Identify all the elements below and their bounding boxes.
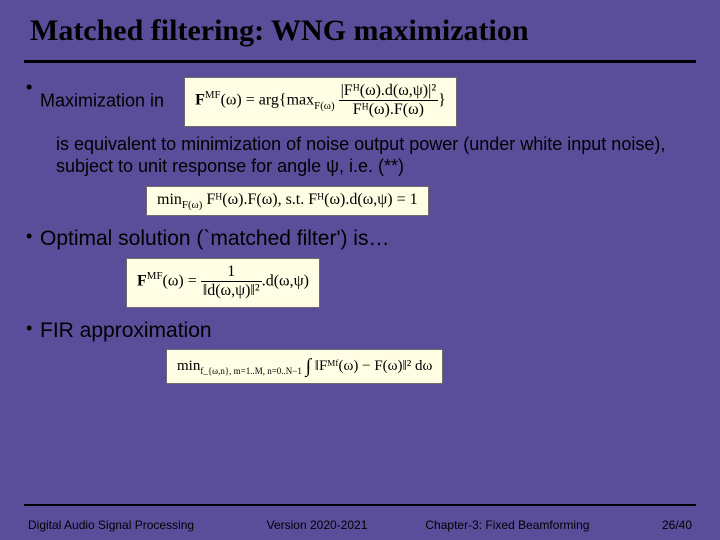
- formula-min-constraint-row: minF(ω) Fᴴ(ω).F(ω), s.t. Fᴴ(ω).d(ω,ψ) = …: [146, 186, 694, 216]
- formula-matched-filter-row: FMF(ω) = 1 ‖d(ω,ψ)‖² .d(ω,ψ): [126, 258, 694, 308]
- footer: Digital Audio Signal Processing Version …: [0, 518, 720, 532]
- formula-min-constraint: minF(ω) Fᴴ(ω).F(ω), s.t. Fᴴ(ω).d(ω,ψ) = …: [146, 186, 429, 216]
- bullet-1-text: Maximization in FMF(ω) = arg{maxF(ω) |Fᴴ…: [40, 77, 694, 127]
- content-area: • Maximization in FMF(ω) = arg{maxF(ω) |…: [0, 63, 720, 384]
- footer-left: Digital Audio Signal Processing: [28, 518, 194, 532]
- bullet-2-text: Optimal solution (`matched filter') is…: [40, 226, 694, 252]
- bullet-1: • Maximization in FMF(ω) = arg{maxF(ω) |…: [26, 77, 694, 127]
- formula-matched-filter: FMF(ω) = 1 ‖d(ω,ψ)‖² .d(ω,ψ): [126, 258, 320, 308]
- footer-version: Version 2020-2021: [267, 518, 368, 532]
- title-area: Matched filtering: WNG maximization: [0, 0, 720, 54]
- bullet-dot-icon: •: [26, 226, 40, 248]
- bullet-3-text: FIR approximation: [40, 318, 694, 344]
- footer-mid-group: Version 2020-2021 Chapter-3: Fixed Beamf…: [267, 518, 590, 532]
- page-title: Matched filtering: WNG maximization: [30, 14, 690, 48]
- fraction: |Fᴴ(ω).d(ω,ψ)|² Fᴴ(ω).F(ω): [339, 82, 439, 120]
- footer-divider: [24, 504, 696, 506]
- footer-page-number: 26/40: [662, 518, 692, 532]
- bullet-1-subtext: is equivalent to minimization of noise o…: [56, 133, 694, 178]
- bullet-2: • Optimal solution (`matched filter') is…: [26, 226, 694, 252]
- bullet-1-label: Maximization in: [40, 91, 164, 111]
- formula-fir-approx: minf_{ω,n}, m=1..M, n=0..N−1 ∫ ‖Fᴹᶠ(ω) −…: [166, 349, 443, 383]
- formula-wng-argmax: FMF(ω) = arg{maxF(ω) |Fᴴ(ω).d(ω,ψ)|² Fᴴ(…: [184, 77, 457, 127]
- bullet-dot-icon: •: [26, 318, 40, 340]
- fraction: 1 ‖d(ω,ψ)‖²: [201, 263, 262, 301]
- bullet-3: • FIR approximation: [26, 318, 694, 344]
- bullet-dot-icon: •: [26, 77, 40, 99]
- slide: Matched filtering: WNG maximization • Ma…: [0, 0, 720, 540]
- formula-fir-approx-row: minf_{ω,n}, m=1..M, n=0..N−1 ∫ ‖Fᴹᶠ(ω) −…: [166, 349, 694, 383]
- integral-icon: ∫: [306, 356, 311, 377]
- footer-chapter: Chapter-3: Fixed Beamforming: [425, 518, 589, 532]
